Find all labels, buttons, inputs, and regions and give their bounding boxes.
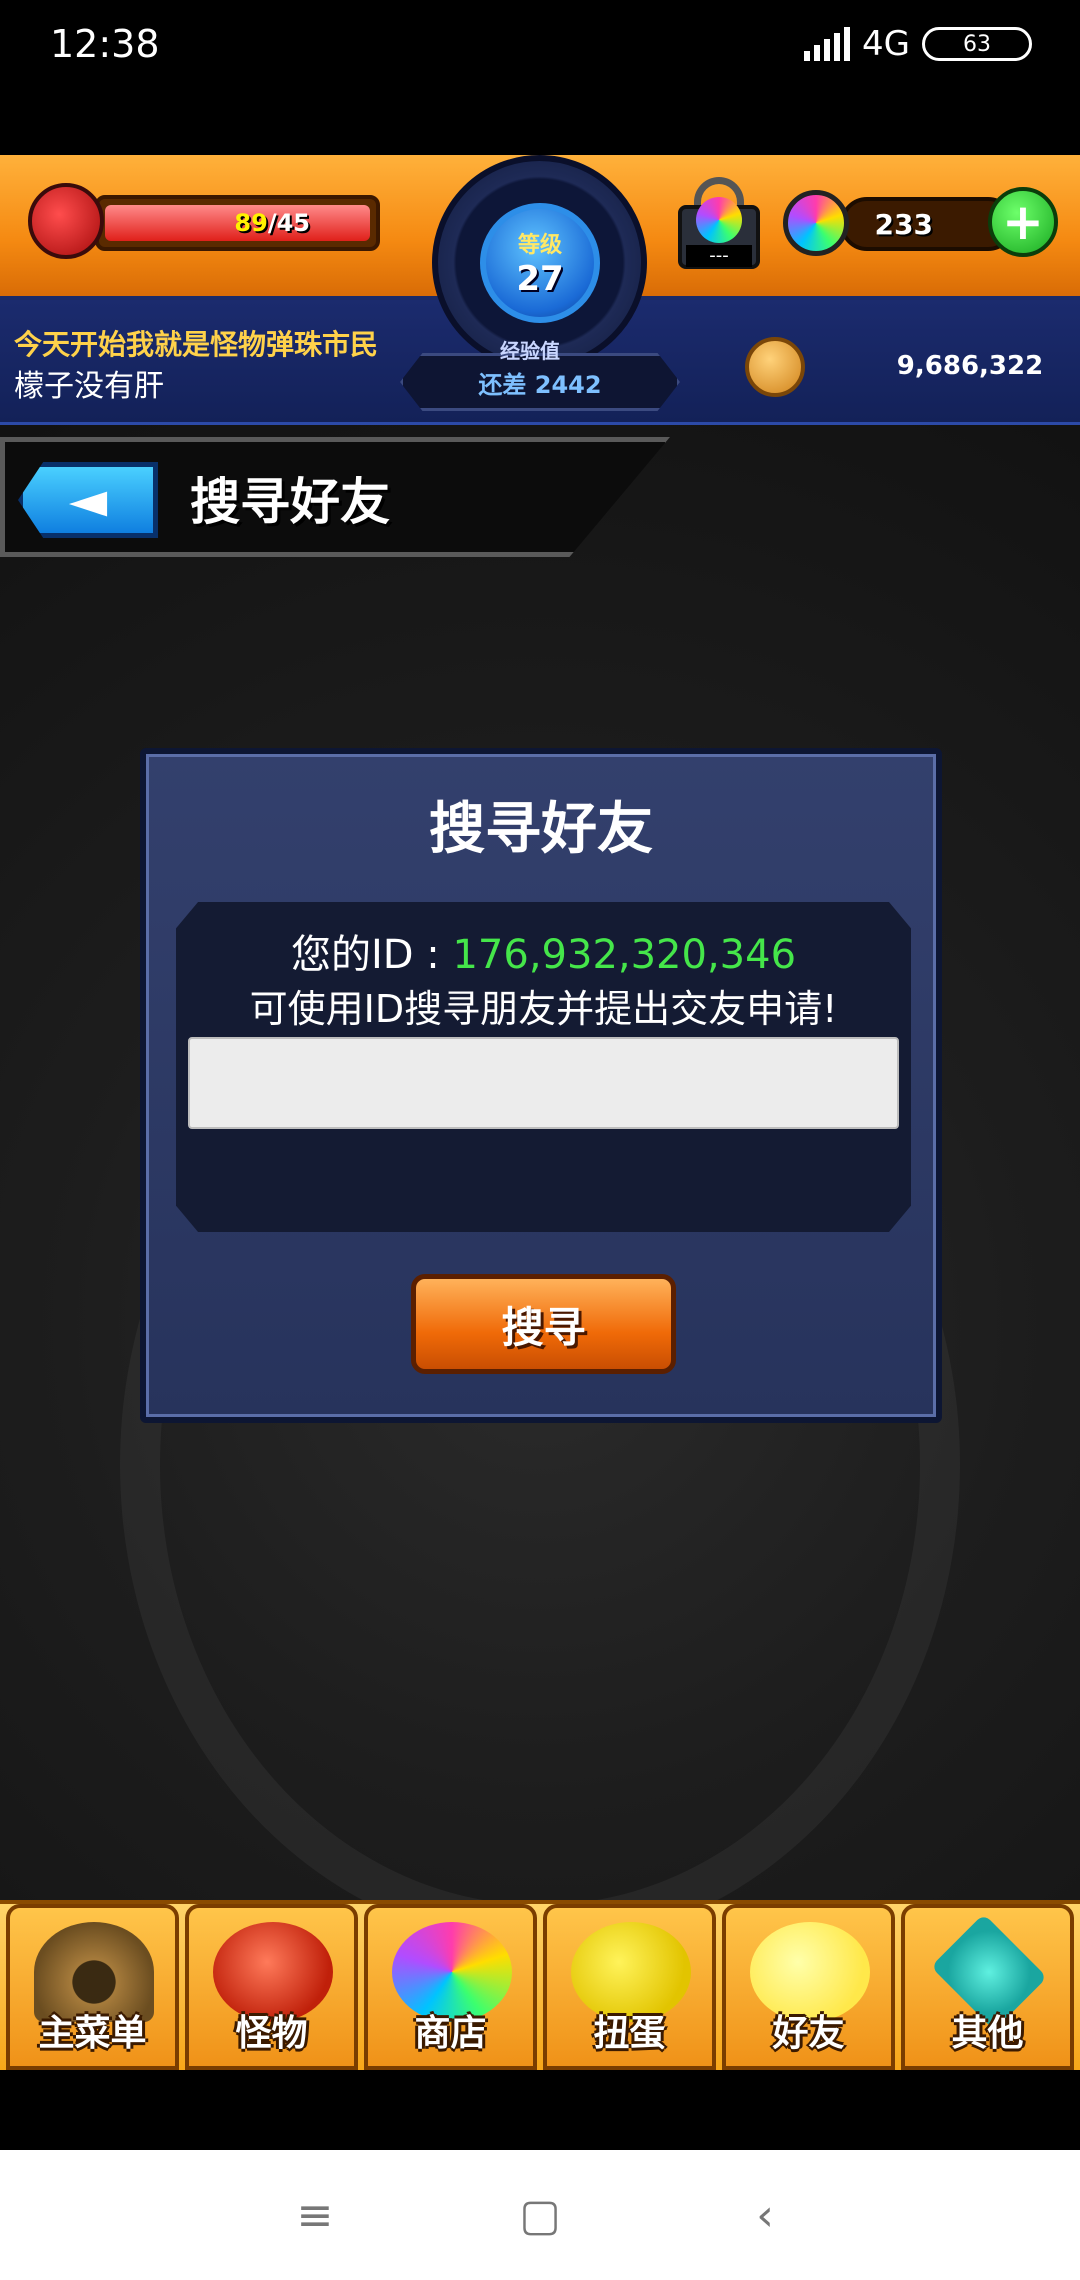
network-type: 4G [862,24,910,64]
status-icons: 4G 63 [804,24,1032,64]
nav-label: 好友 [772,2013,845,2054]
player-id-label: 您的ID : [290,932,453,978]
system-spacer [0,2070,1080,2150]
recent-apps-icon[interactable]: ≡ [290,2190,340,2241]
signal-icon [804,27,851,61]
stamina-text: 89 /45 [95,195,380,251]
nav-label: 商店 [414,2013,487,2054]
coin-count: 9,686,322 [896,351,1044,381]
nav-other[interactable]: 其他 [901,1904,1074,2070]
nav-label: 其他 [951,2013,1024,2054]
add-orbs-button[interactable]: + [988,187,1058,257]
system-navigation-bar: ≡ ▢ ‹ [0,2150,1080,2280]
nav-main-menu[interactable]: 主菜单 [6,1904,179,2070]
exp-label: 经验值 [500,339,560,363]
orb-icon [783,190,849,256]
player-name: 檬子没有肝 [14,369,164,404]
nav-label: 扭蛋 [593,2013,666,2054]
search-friend-dialog: 搜寻好友 您的ID : 176,932,320,346 可使用ID搜寻朋友并提出… [140,748,942,1423]
dialog-title: 搜寻好友 [429,797,653,862]
nav-friends[interactable]: 好友 [722,1904,895,2070]
nav-label: 主菜单 [38,2013,147,2054]
lock-text: --- [686,245,752,267]
coin-icon [745,337,805,397]
home-icon[interactable]: ▢ [515,2190,565,2241]
nav-monster[interactable]: 怪物 [185,1904,358,2070]
player-id-line: 您的ID : 176,932,320,346 [176,922,911,980]
search-button[interactable]: 搜寻 [411,1274,676,1374]
back-icon[interactable]: ‹ [740,2190,790,2241]
level-number: 27 [516,259,564,299]
level-label: 等级 [517,233,562,258]
nav-gacha[interactable]: 扭蛋 [543,1904,716,2070]
bottom-nav: 主菜单 怪物 商店 扭蛋 好友 其他 [0,1900,1080,2070]
stamina-icon[interactable] [28,183,104,259]
search-hint: 可使用ID搜寻朋友并提出交友申请! [249,987,838,1031]
status-time: 12:38 [50,22,160,66]
page-title: 搜寻好友 [190,473,390,531]
back-arrow-icon: ◄ [68,471,108,529]
nav-shop[interactable]: 商店 [364,1904,537,2070]
stamina-max: /45 [267,209,310,237]
stamina-current: 89 [234,209,268,237]
friend-id-input[interactable] [188,1037,899,1129]
player-id-value: 176,932,320,346 [452,932,797,978]
status-bar: 12:38 4G 63 [0,0,1080,155]
player-motto: 今天开始我就是怪物弹珠市民 [14,328,379,361]
orb-lock-icon[interactable]: --- [672,175,767,275]
nav-label: 怪物 [235,2013,308,2054]
battery-icon: 63 [922,27,1032,61]
top-hud: 89 /45 等级 27 还差 2442 经验值 --- 233 + 今天开始我… [0,155,1080,425]
dialog-panel: 您的ID : 176,932,320,346 可使用ID搜寻朋友并提出交友申请! [176,902,911,1232]
back-button[interactable]: ◄ [18,462,158,538]
